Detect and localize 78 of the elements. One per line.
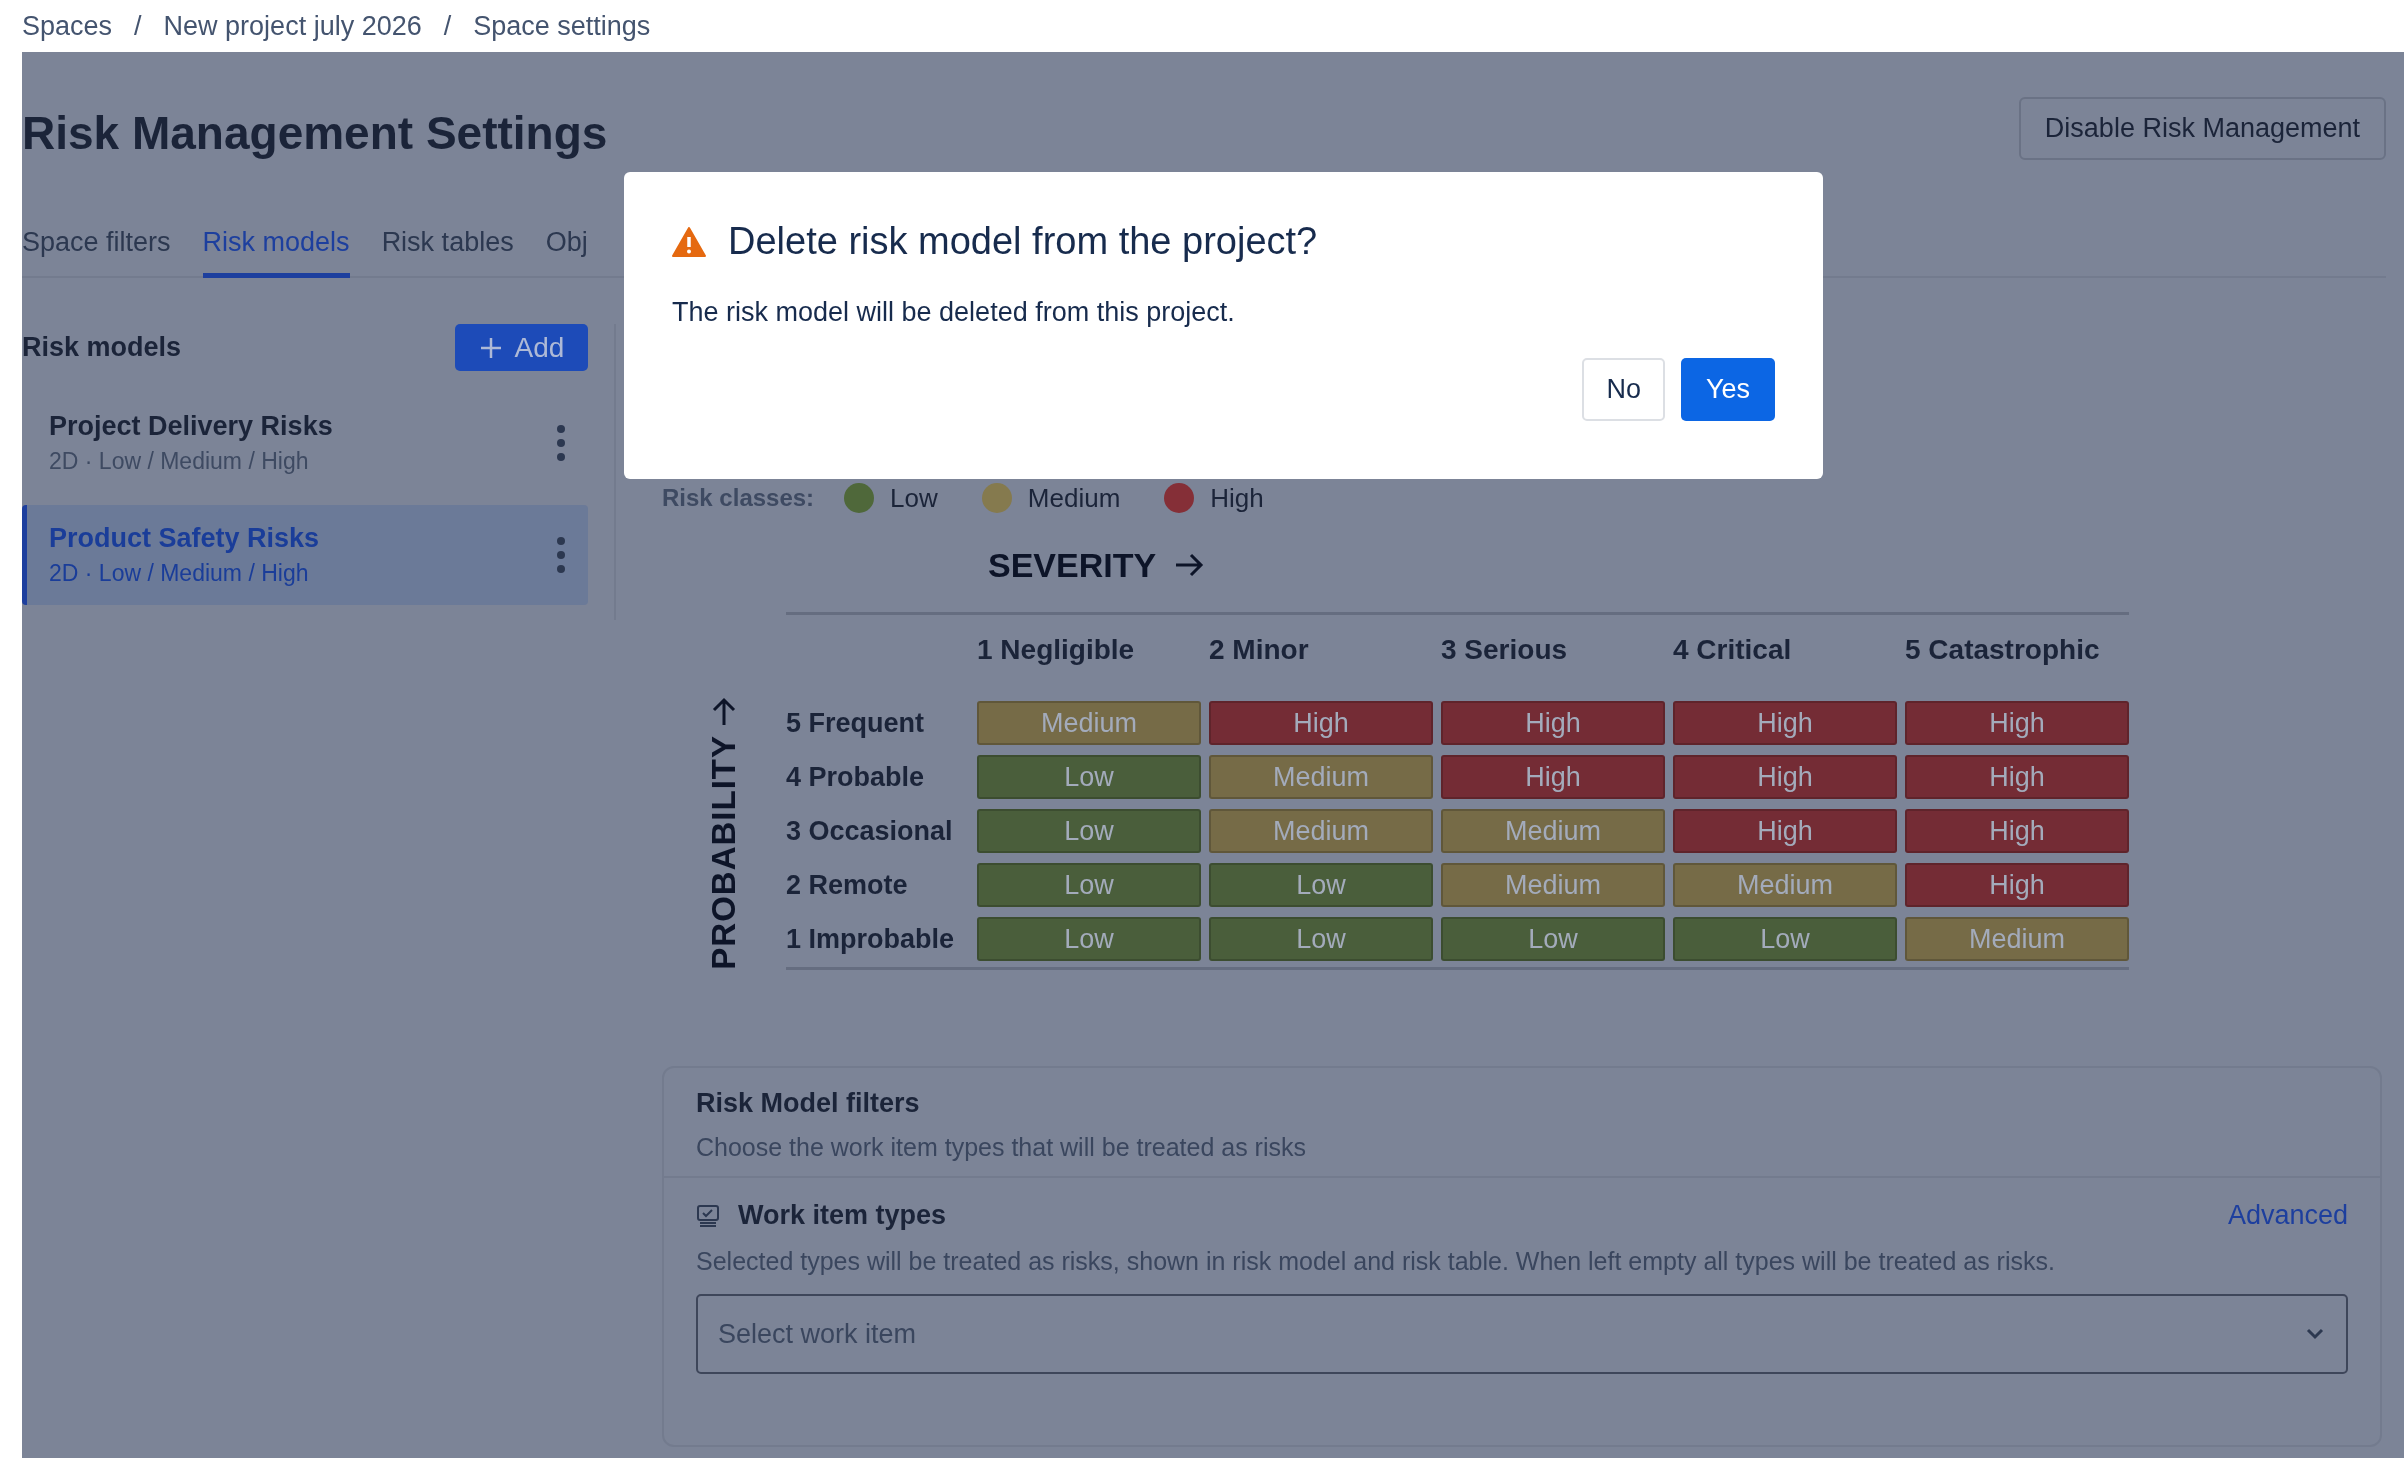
card-title: Risk Model filters (696, 1088, 921, 1119)
breadcrumb-link[interactable]: Spaces (22, 10, 113, 42)
risk-classes-label: Risk classes: (662, 484, 815, 512)
breadcrumb-separator: / (443, 10, 452, 42)
matrix-cell[interactable]: Low (1441, 917, 1665, 961)
work-item-select[interactable]: Select work item (696, 1294, 2348, 1374)
chevron-down-icon (2306, 1328, 2324, 1340)
tab[interactable]: Risk tables (381, 212, 514, 278)
matrix-cell[interactable]: High (1209, 701, 1433, 745)
matrix-cell[interactable]: Medium (977, 701, 1201, 745)
section-description: Selected types will be treated as risks, shown in risk model and risk table. When left empty all types will be treated as risks. (696, 1247, 2056, 1276)
matrix-cell[interactable]: Low (977, 809, 1201, 853)
matrix-cell[interactable]: Low (1209, 863, 1433, 907)
breadcrumb-link[interactable]: New project july 2026 (163, 10, 422, 42)
model-name: Product Safety Risks (49, 523, 320, 554)
matrix-cell[interactable]: Medium (1441, 809, 1665, 853)
arrow-right-icon (1174, 552, 1205, 578)
class-label: High (1210, 482, 1264, 514)
matrix-cell[interactable]: Medium (1441, 863, 1665, 907)
matrix-cell[interactable]: High (1441, 755, 1665, 799)
row-header: 1 Improbable (786, 923, 956, 955)
tab[interactable]: Risk models (202, 212, 350, 278)
column-header: 4 Critical (1673, 633, 1793, 667)
matrix-cell[interactable]: High (1905, 701, 2129, 745)
matrix-cell[interactable]: Medium (1673, 863, 1897, 907)
sidebar-heading: Risk models (22, 332, 182, 363)
breadcrumb-separator: / (134, 10, 142, 42)
matrix-cell[interactable]: Low (977, 755, 1201, 799)
matrix-cell[interactable]: High (1673, 701, 1897, 745)
matrix-cell[interactable]: Low (977, 863, 1201, 907)
monitor-icon (696, 1203, 720, 1228)
class-label: Medium (1027, 482, 1121, 514)
probability-axis-label: PROBABILITY (705, 735, 743, 970)
section-title: Work item types (738, 1200, 947, 1231)
matrix-cell[interactable]: Medium (1905, 917, 2129, 961)
dialog-message: The risk model will be deleted from this project. (672, 297, 1236, 328)
matrix-cell[interactable]: High (1673, 809, 1897, 853)
row-header: 5 Frequent (786, 707, 926, 739)
dialog-button[interactable]: Yes (1681, 358, 1775, 421)
add-button[interactable]: Add (455, 324, 588, 371)
matrix-cell[interactable]: High (1905, 755, 2129, 799)
dialog-button[interactable]: No (1582, 358, 1665, 421)
warning-icon (672, 226, 706, 257)
model-summary: 2D · Low / Medium / High (49, 560, 310, 587)
matrix-cell[interactable]: High (1905, 863, 2129, 907)
model-name: Project Delivery Risks (49, 411, 333, 442)
matrix-cell[interactable]: Low (1209, 917, 1433, 961)
column-header: 1 Negligible (977, 633, 1136, 667)
class-label: Low (890, 482, 938, 514)
tab[interactable]: Space filters (22, 212, 171, 278)
column-header: 5 Catastrophic (1905, 633, 2101, 667)
dialog-title: Delete risk model from the project? (728, 220, 1318, 263)
severity-axis-label: SEVERITY (988, 545, 1157, 585)
matrix-cell[interactable]: Medium (1209, 809, 1433, 853)
row-header: 4 Probable (786, 761, 926, 793)
row-header: 2 Remote (786, 869, 909, 901)
model-item[interactable]: Project Delivery Risks 2D · Low / Medium / High (22, 393, 588, 493)
more-icon[interactable] (556, 424, 566, 462)
matrix-cell[interactable]: Medium (1209, 755, 1433, 799)
model-item[interactable]: Product Safety Risks 2D · Low / Medium / High (22, 505, 588, 605)
tab[interactable]: Obj (545, 212, 588, 278)
matrix-cell[interactable]: Low (1673, 917, 1897, 961)
matrix-cell[interactable]: High (1905, 809, 2129, 853)
disable-button[interactable]: Disable Risk Management (2018, 96, 2386, 160)
breadcrumb-link[interactable]: Space settings (473, 10, 651, 42)
column-header: 2 Minor (1209, 633, 1310, 667)
matrix-cell[interactable]: High (1673, 755, 1897, 799)
column-header: 3 Serious (1441, 633, 1569, 667)
model-summary: 2D · Low / Medium / High (49, 448, 310, 475)
page-title: Risk Management Settings (22, 106, 608, 160)
more-icon[interactable] (556, 536, 566, 574)
plus-icon (478, 335, 503, 360)
arrow-up-icon (711, 697, 737, 728)
matrix-cell[interactable]: Low (977, 917, 1201, 961)
card-subtitle: Choose the work item types that will be treated as risks (696, 1133, 1307, 1162)
advanced-link[interactable]: Advanced (2227, 1200, 2348, 1231)
matrix-cell[interactable]: High (1441, 701, 1665, 745)
row-header: 3 Occasional (786, 815, 954, 847)
